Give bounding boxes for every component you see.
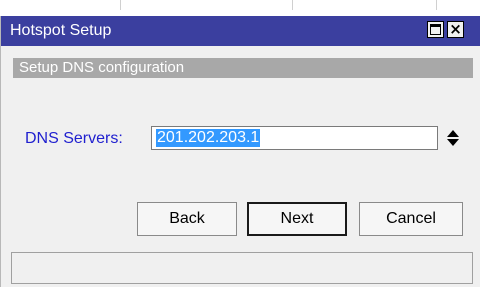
background-divider bbox=[436, 0, 437, 10]
restore-icon[interactable] bbox=[427, 21, 444, 38]
cancel-button[interactable]: Cancel bbox=[359, 202, 463, 236]
title-bar[interactable]: Hotspot Setup × bbox=[1, 16, 480, 46]
dns-servers-label: DNS Servers: bbox=[25, 130, 123, 147]
section-header: Setup DNS configuration bbox=[13, 58, 473, 78]
section-title: Setup DNS configuration bbox=[19, 59, 185, 76]
hotspot-setup-dialog: Hotspot Setup × Setup DNS configuration … bbox=[0, 16, 480, 287]
arrow-down-icon[interactable] bbox=[447, 139, 459, 146]
back-button[interactable]: Back bbox=[137, 202, 237, 236]
dns-servers-input[interactable]: 201.202.203.1 bbox=[151, 126, 438, 150]
background-divider bbox=[120, 0, 121, 10]
background-divider bbox=[292, 0, 293, 10]
next-button[interactable]: Next bbox=[247, 202, 347, 236]
window-title: Hotspot Setup bbox=[10, 22, 112, 39]
up-down-arrows-icon[interactable] bbox=[446, 126, 460, 150]
close-icon[interactable]: × bbox=[447, 20, 464, 38]
background-strip bbox=[0, 0, 480, 16]
arrow-up-icon[interactable] bbox=[447, 130, 459, 137]
dns-servers-value: 201.202.203.1 bbox=[156, 129, 261, 147]
status-bar bbox=[11, 252, 473, 284]
